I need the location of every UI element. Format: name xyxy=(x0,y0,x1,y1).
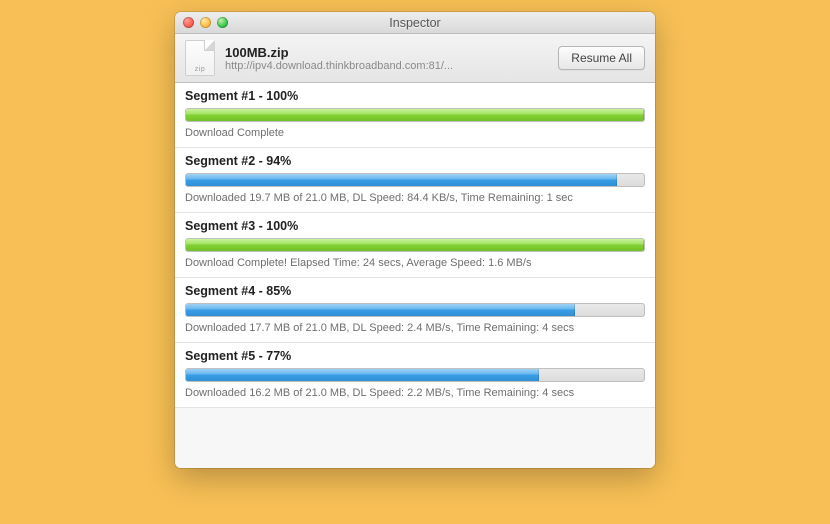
zoom-icon[interactable] xyxy=(217,17,228,28)
close-icon[interactable] xyxy=(183,17,194,28)
progress-fill xyxy=(186,239,644,251)
file-name: 100MB.zip xyxy=(225,45,550,60)
segment-row: Segment #2 - 94% Downloaded 19.7 MB of 21… xyxy=(175,148,655,213)
file-icon: zip xyxy=(185,40,215,76)
inspector-window: Inspector zip 100MB.zip http://ipv4.down… xyxy=(175,12,655,468)
segment-status: Downloaded 19.7 MB of 21.0 MB, DL Speed:… xyxy=(185,192,645,204)
segment-status: Download Complete! Elapsed Time: 24 secs… xyxy=(185,257,645,269)
titlebar[interactable]: Inspector xyxy=(175,12,655,34)
segment-title: Segment #2 - 94% xyxy=(185,154,645,168)
traffic-lights xyxy=(175,17,228,28)
segment-row: Segment #3 - 100% Download Complete! Elap… xyxy=(175,213,655,278)
segment-title: Segment #5 - 77% xyxy=(185,349,645,363)
progress-bar xyxy=(185,238,645,252)
segments-list: Segment #1 - 100%Download CompleteSegmen… xyxy=(175,83,655,408)
segment-row: Segment #4 - 85% Downloaded 17.7 MB of 21… xyxy=(175,278,655,343)
segment-row: Segment #1 - 100% Download Complete xyxy=(175,83,655,148)
progress-bar xyxy=(185,368,645,382)
resume-all-button[interactable]: Resume All xyxy=(558,46,645,70)
progress-fill xyxy=(186,369,539,381)
segment-status: Downloaded 16.2 MB of 21.0 MB, DL Speed:… xyxy=(185,387,645,399)
segment-title: Segment #3 - 100% xyxy=(185,219,645,233)
minimize-icon[interactable] xyxy=(200,17,211,28)
file-url: http://ipv4.download.thinkbroadband.com:… xyxy=(225,60,515,72)
progress-fill xyxy=(186,109,644,121)
segment-status: Download Complete xyxy=(185,127,645,139)
toolbar: zip 100MB.zip http://ipv4.download.think… xyxy=(175,34,655,83)
progress-bar xyxy=(185,173,645,187)
empty-space xyxy=(175,408,655,468)
progress-fill xyxy=(186,304,575,316)
progress-fill xyxy=(186,174,617,186)
segment-title: Segment #1 - 100% xyxy=(185,89,645,103)
progress-bar xyxy=(185,303,645,317)
file-icon-ext: zip xyxy=(186,66,214,73)
file-meta: 100MB.zip http://ipv4.download.thinkbroa… xyxy=(225,45,550,72)
segment-title: Segment #4 - 85% xyxy=(185,284,645,298)
progress-bar xyxy=(185,108,645,122)
segment-row: Segment #5 - 77% Downloaded 16.2 MB of 21… xyxy=(175,343,655,408)
segment-status: Downloaded 17.7 MB of 21.0 MB, DL Speed:… xyxy=(185,322,645,334)
window-title: Inspector xyxy=(175,16,655,30)
